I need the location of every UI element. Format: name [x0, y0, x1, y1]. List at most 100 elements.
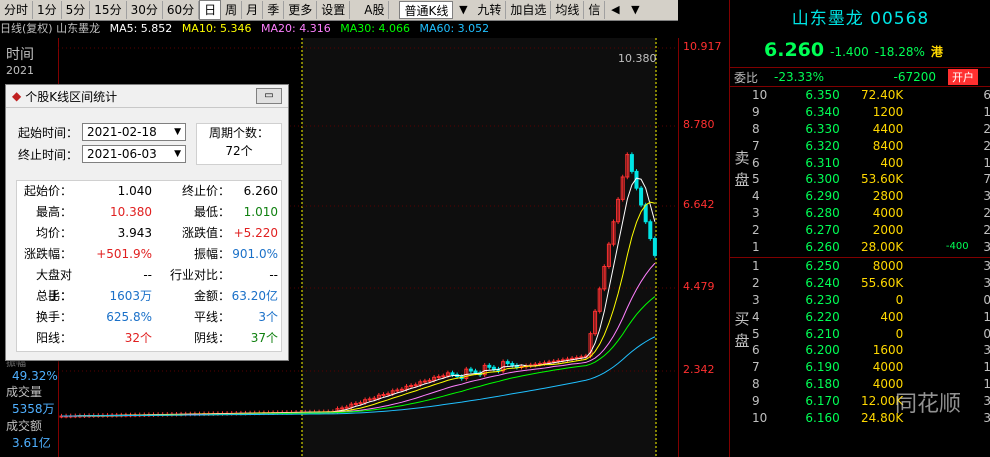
candle-body — [395, 389, 400, 392]
ma60-label: MA60: 3.052 — [419, 22, 490, 35]
volume-change — [903, 205, 968, 222]
volume-change — [903, 121, 968, 138]
period-button[interactable]: 分时 — [0, 1, 34, 19]
ask-row[interactable]: 3 6.280 4000 2 — [730, 205, 990, 222]
candle-body — [367, 398, 372, 401]
order-count: 3 — [983, 189, 990, 204]
bid-row[interactable]: 7 6.190 4000 1 — [730, 359, 990, 376]
stat-value: 6.260 — [243, 184, 278, 198]
bid-row[interactable]: 3 6.230 0 0 — [730, 292, 990, 309]
period-button[interactable]: 15分 — [90, 1, 127, 19]
period-button[interactable]: 月 — [242, 1, 264, 19]
volume-label: 成交量 — [6, 385, 43, 399]
ask-row[interactable]: 2 6.270 2000 2 — [730, 222, 990, 239]
ask-row[interactable]: 9 6.340 1200 1 — [730, 104, 990, 121]
jiuzhuan-button[interactable]: 九转 — [473, 1, 507, 19]
bid-row[interactable]: 4 6.220 400 1 — [730, 309, 990, 326]
bid-row[interactable]: 2 6.240 55.60K 3 — [730, 275, 990, 292]
candle-body — [413, 384, 418, 387]
order-count: 1 — [983, 155, 990, 170]
stats-row: 大盘对比： -- 行业对比： -- — [17, 265, 281, 303]
stat-value: 63.20亿 — [231, 289, 278, 303]
end-time-select[interactable]: 2021-06-03 ▼ — [82, 145, 187, 163]
volume: 400 — [880, 309, 904, 324]
candle-body — [344, 406, 349, 409]
volume: 1600 — [872, 343, 904, 358]
interval-stats-dialog[interactable]: ◆ 个股K线区间统计 ▭ 起始时间： 2021-02-18 ▼ 终止时间： 20… — [5, 84, 289, 361]
period-button[interactable]: 5分 — [62, 1, 91, 19]
price: 6.260 — [805, 240, 840, 255]
candle-body — [381, 393, 386, 396]
ask-row[interactable]: 7 6.320 8400 2 — [730, 138, 990, 155]
add-watchlist-button[interactable]: 加自选 — [506, 1, 552, 19]
volume: 24.80K — [861, 411, 904, 426]
order-count: 0 — [983, 326, 990, 341]
order-ratio-diff: -67200 — [893, 70, 936, 84]
period-button[interactable]: 60分 — [163, 1, 200, 19]
candle-body — [399, 388, 404, 391]
ask-row[interactable]: 6 6.310 400 1 — [730, 155, 990, 172]
chevron-down-icon: ▼ — [459, 3, 468, 16]
price: 6.210 — [805, 326, 840, 341]
start-time-row: 起始时间： 2021-02-18 ▼ — [18, 123, 187, 141]
bid-row[interactable]: 5 6.210 0 0 — [730, 326, 990, 343]
period-button[interactable]: 季 — [263, 1, 285, 19]
moving-avg-button[interactable]: 均线 — [551, 1, 585, 19]
level: 9 — [752, 104, 760, 119]
volume: 12.00K — [861, 394, 904, 409]
level: 8 — [752, 121, 760, 136]
candle-body — [372, 397, 377, 400]
open-account-button[interactable]: 开户 — [948, 69, 978, 85]
order-count: 1 — [983, 377, 990, 392]
end-time-row: 终止时间： 2021-06-03 ▼ — [18, 145, 187, 163]
candle-body — [648, 221, 653, 240]
stat-key: 涨跌值： — [181, 226, 230, 240]
period-button[interactable]: 30分 — [127, 1, 163, 19]
stats-row: 涨跌幅： +501.9% 振幅： 901.0% — [17, 244, 281, 265]
stock-info-button[interactable]: 信 — [584, 1, 606, 19]
price: 6.310 — [805, 155, 840, 170]
quote-panel: 山东墨龙 00568 6.260 -1.400 -18.28% 港 委比 -23… — [729, 0, 990, 457]
candle-body — [468, 368, 473, 372]
stat-key: 平线： — [193, 310, 230, 324]
dropdown-arrow-icon[interactable]: ▼ — [628, 3, 642, 17]
price-row: 6.260 -1.400 -18.28% 港 — [730, 39, 990, 63]
price: 6.250 — [805, 259, 840, 273]
buy-side-label: 买盘 — [734, 310, 750, 350]
volume-change — [903, 104, 968, 121]
bid-row[interactable]: 1 6.250 8000 3 — [730, 258, 990, 275]
volume-change — [903, 292, 968, 309]
stat-key: 涨跌幅： — [23, 247, 72, 261]
bid-row[interactable]: 6 6.200 1600 3 — [730, 342, 990, 359]
ask-row[interactable]: 10 6.350 72.40K 6 — [730, 87, 990, 104]
kline-type-dropdown[interactable]: 普通K线 — [399, 1, 454, 19]
ask-row[interactable]: 4 6.290 2800 3 — [730, 188, 990, 205]
stat-key: 起始价： — [23, 184, 72, 198]
order-count: 7 — [983, 172, 990, 187]
volume: 0 — [895, 326, 904, 341]
period-button[interactable]: 设置 — [317, 1, 351, 19]
level: 3 — [752, 206, 760, 221]
dialog-close-button[interactable]: ▭ — [256, 88, 282, 104]
dialog-titlebar[interactable]: ◆ 个股K线区间统计 — [6, 85, 288, 108]
ask-row[interactable]: 8 6.330 4400 2 — [730, 121, 990, 138]
ma5-label: MA5: 5.852 — [109, 22, 173, 35]
stat-key: 均价： — [35, 226, 72, 240]
back-arrow-icon[interactable]: ◀ — [608, 3, 622, 17]
price-change: -1.400 — [830, 45, 869, 59]
start-time-select[interactable]: 2021-02-18 ▼ — [82, 123, 187, 141]
stats-row: 总手： 1603万 金额： 63.20亿 — [17, 286, 281, 307]
ask-row[interactable]: 1 6.260 28.00K -400 3 — [730, 239, 990, 256]
ask-row[interactable]: 5 6.300 53.60K 7 — [730, 171, 990, 188]
order-count: 6 — [983, 88, 990, 102]
a-share-button[interactable]: A股 — [360, 1, 390, 19]
ask-book: 10 6.350 72.40K 6 9 6.340 1200 1 8 6.330 4400 2 7 6.3… — [730, 87, 990, 258]
period-button[interactable]: 1分 — [33, 1, 62, 19]
period-button[interactable]: 日 — [199, 0, 222, 20]
candle-body — [358, 402, 363, 405]
year-label: 2021 — [6, 64, 34, 77]
end-time-label: 终止时间： — [18, 147, 79, 162]
period-button[interactable]: 更多 — [284, 1, 318, 19]
period-button[interactable]: 周 — [221, 1, 243, 19]
order-ratio-row: 委比 -23.33% -67200 开户 — [730, 67, 990, 87]
